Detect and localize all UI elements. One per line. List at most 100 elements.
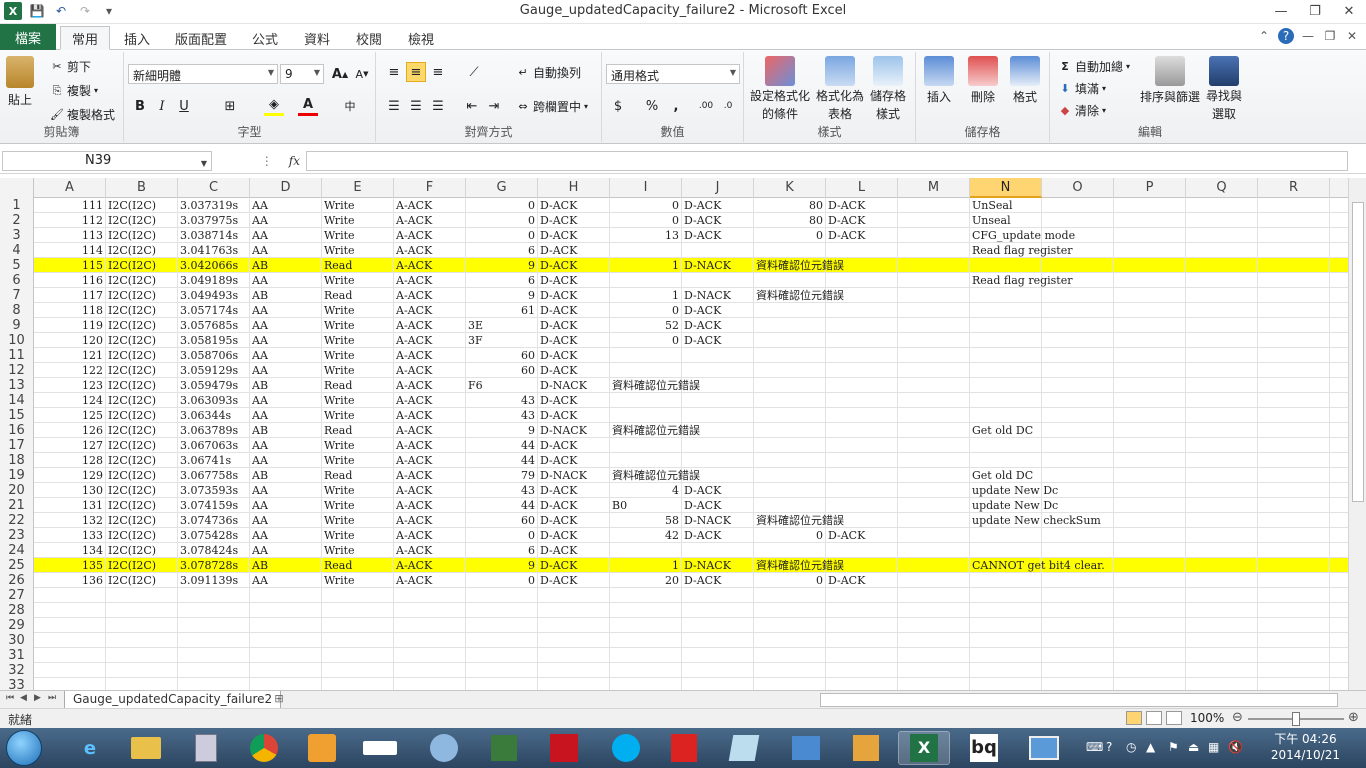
cell-e[interactable]: Write	[322, 198, 394, 213]
cell-g[interactable]: 0	[466, 228, 538, 243]
cell-d[interactable]: AA	[250, 363, 322, 378]
cell-h[interactable]: D-ACK	[538, 528, 610, 543]
chrome-icon[interactable]	[238, 731, 290, 765]
cell-j[interactable]	[682, 438, 754, 453]
cell-e[interactable]: Write	[322, 363, 394, 378]
cell-q[interactable]	[1186, 423, 1258, 438]
cell-q[interactable]	[1186, 453, 1258, 468]
cell-c[interactable]: 3.049493s	[178, 288, 250, 303]
cell-h[interactable]: D-ACK	[538, 453, 610, 468]
cell-b[interactable]: I2C(I2C)	[106, 213, 178, 228]
align-left-icon[interactable]: ☰	[384, 96, 404, 116]
cell-j[interactable]	[682, 618, 754, 633]
cell-m[interactable]	[898, 303, 970, 318]
borders-icon[interactable]: ⊞	[220, 96, 240, 116]
cell-i[interactable]	[610, 678, 682, 690]
column-header-e[interactable]: E	[322, 178, 394, 198]
cell-b[interactable]: I2C(I2C)	[106, 543, 178, 558]
column-header-h[interactable]: H	[538, 178, 610, 198]
cell-j[interactable]: D-NACK	[682, 288, 754, 303]
cell-m[interactable]	[898, 498, 970, 513]
cell-o[interactable]	[1042, 663, 1114, 678]
cell-p[interactable]	[1114, 378, 1186, 393]
cell-h[interactable]: D-ACK	[538, 438, 610, 453]
cell-i[interactable]: 13	[610, 228, 682, 243]
cell-j[interactable]: D-ACK	[682, 318, 754, 333]
cell-l[interactable]: D-ACK	[826, 573, 898, 588]
cell-j[interactable]	[682, 363, 754, 378]
cell-m[interactable]	[898, 558, 970, 573]
fill-button[interactable]: ⬇ 填滿 ▾	[1058, 80, 1106, 97]
cell-e[interactable]	[322, 663, 394, 678]
cell-c[interactable]	[178, 588, 250, 603]
cell-n[interactable]	[970, 453, 1042, 468]
cell-k[interactable]	[754, 468, 826, 483]
cell-p[interactable]	[1114, 198, 1186, 213]
column-header-q[interactable]: Q	[1186, 178, 1258, 198]
cell-p[interactable]	[1114, 513, 1186, 528]
cell-r[interactable]	[1258, 648, 1330, 663]
row-header[interactable]: 12	[0, 363, 34, 378]
cell-m[interactable]	[898, 318, 970, 333]
cell-l[interactable]	[826, 468, 898, 483]
cell-f[interactable]: A-ACK	[394, 453, 466, 468]
cell-q[interactable]	[1186, 258, 1258, 273]
cell-p[interactable]	[1114, 258, 1186, 273]
network-tool-icon[interactable]	[780, 731, 832, 765]
cell-d[interactable]: AA	[250, 348, 322, 363]
cell-g[interactable]	[466, 633, 538, 648]
align-middle-icon[interactable]: ≡	[406, 62, 426, 82]
cell-l[interactable]	[826, 303, 898, 318]
cell-i[interactable]: 42	[610, 528, 682, 543]
cell-g[interactable]	[466, 588, 538, 603]
cell-d[interactable]: AA	[250, 318, 322, 333]
cell-q[interactable]	[1186, 438, 1258, 453]
cell-c[interactable]: 3.078424s	[178, 543, 250, 558]
cell-m[interactable]	[898, 588, 970, 603]
cell-p[interactable]	[1114, 483, 1186, 498]
vertical-scrollbar[interactable]	[1348, 178, 1366, 690]
cell-g[interactable]: 9	[466, 423, 538, 438]
cell-f[interactable]: A-ACK	[394, 558, 466, 573]
cell-b[interactable]	[106, 678, 178, 690]
cell-e[interactable]	[322, 603, 394, 618]
skype-icon[interactable]	[600, 731, 652, 765]
cell-a[interactable]: 129	[34, 468, 106, 483]
cell-q[interactable]	[1186, 393, 1258, 408]
cell-i[interactable]	[610, 453, 682, 468]
cell-l[interactable]	[826, 348, 898, 363]
autosum-button[interactable]: Σ 自動加總 ▾	[1058, 58, 1130, 75]
cell-g[interactable]: 3E	[466, 318, 538, 333]
row-header[interactable]: 2	[0, 213, 34, 228]
cell-m[interactable]	[898, 423, 970, 438]
cell-r[interactable]	[1258, 438, 1330, 453]
cell-b[interactable]: I2C(I2C)	[106, 528, 178, 543]
cell-r[interactable]	[1258, 273, 1330, 288]
tab-home[interactable]: 常用	[60, 26, 110, 50]
cell-g[interactable]: 43	[466, 393, 538, 408]
cell-i[interactable]: 4	[610, 483, 682, 498]
row-header[interactable]: 16	[0, 423, 34, 438]
cell-m[interactable]	[898, 213, 970, 228]
new-sheet-icon[interactable]: ⊞	[268, 692, 290, 707]
formula-input[interactable]	[306, 151, 1348, 171]
restore-button[interactable]: ❐	[1298, 0, 1332, 22]
row-header[interactable]: 20	[0, 483, 34, 498]
cell-o[interactable]	[1042, 318, 1114, 333]
cell-a[interactable]: 133	[34, 528, 106, 543]
cell-c[interactable]: 3.049189s	[178, 273, 250, 288]
cell-l[interactable]	[826, 393, 898, 408]
cell-p[interactable]	[1114, 603, 1186, 618]
cell-g[interactable]: 6	[466, 243, 538, 258]
cell-m[interactable]	[898, 633, 970, 648]
cell-p[interactable]	[1114, 333, 1186, 348]
cell-k[interactable]	[754, 363, 826, 378]
tab-data[interactable]: 資料	[294, 26, 340, 50]
cell-p[interactable]	[1114, 243, 1186, 258]
cell-a[interactable]: 113	[34, 228, 106, 243]
cell-d[interactable]: AA	[250, 303, 322, 318]
row-header[interactable]: 23	[0, 528, 34, 543]
cell-g[interactable]	[466, 618, 538, 633]
cell-p[interactable]	[1114, 213, 1186, 228]
cell-styles-button[interactable]: 儲存格 樣式	[870, 56, 906, 122]
